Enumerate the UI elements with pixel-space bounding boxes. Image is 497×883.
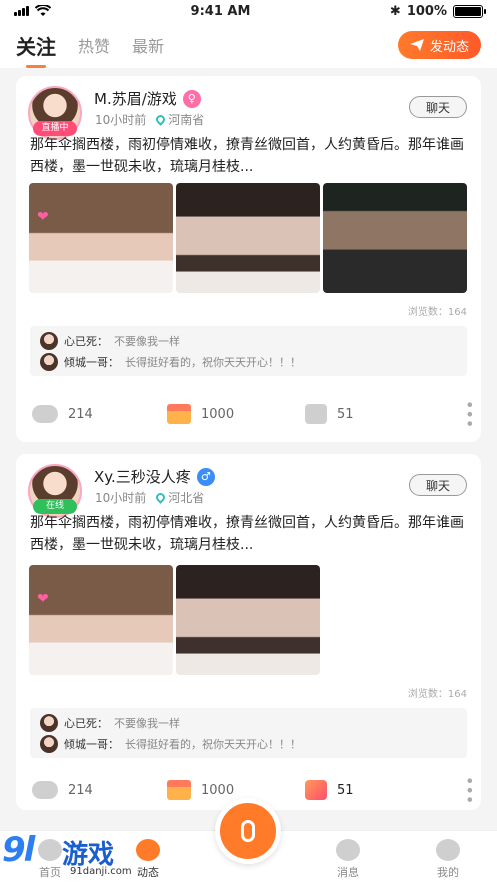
post-content: 那年伞搁西楼，雨初停情难收，撩青丝微回首，人约黄昏后。那年谁画西楼，墨一世砚未收…: [30, 515, 464, 553]
post-time: 10小时前: [95, 113, 147, 127]
location-icon: [154, 491, 168, 504]
location-icon: [154, 113, 168, 126]
post-meta: 10小时前 河北省: [95, 489, 204, 506]
commenter-name: 倾城一哥：: [64, 355, 119, 369]
gift-action[interactable]: 1000: [167, 780, 305, 800]
comment-text: 长得挺好看的，祝你天天开心！！！: [125, 355, 301, 369]
commenter-avatar: [40, 734, 58, 753]
heart-icon: ❤: [37, 209, 49, 225]
gift-count: 1000: [201, 782, 235, 798]
comment-icon: [32, 781, 58, 799]
post-moment-label: 发动态: [429, 39, 469, 55]
watermark: 9l 游戏 91danji.com: [0, 828, 170, 883]
comment-count: 214: [68, 406, 93, 422]
tab-following[interactable]: 关注: [16, 31, 56, 68]
post-content: 那年伞搁西楼，雨初停情难收，撩青丝微回首，人约黄昏后。那年谁画西楼，墨一世砚未收…: [30, 137, 464, 175]
profile-icon: [436, 839, 460, 861]
female-icon: ♀: [182, 89, 201, 108]
gift-count: 1000: [201, 406, 235, 422]
battery-icon: [453, 4, 486, 18]
comment-text: 不要像我一样: [114, 334, 180, 348]
status-bar: 9:41 AM ✱ 100%: [0, 0, 497, 22]
more-icon[interactable]: •••: [460, 400, 479, 428]
post-time: 10小时前: [95, 491, 147, 505]
watermark-url: 91danji.com: [70, 866, 132, 877]
wifi-icon: [35, 5, 51, 16]
thumbs-up-icon: [305, 404, 327, 424]
thumbs-up-icon: [305, 780, 327, 800]
top-nav: 关注 热赞 最新 发动态: [0, 22, 497, 68]
bluetooth-icon: ✱: [389, 3, 401, 19]
commenter-name: 倾城一哥：: [64, 737, 119, 751]
nav-messages[interactable]: 消息: [318, 839, 378, 880]
post-photo[interactable]: ❤: [29, 183, 173, 293]
comment-count: 214: [68, 782, 93, 798]
like-count: 51: [337, 406, 354, 422]
tab-hot[interactable]: 热赞: [78, 33, 110, 57]
commenter-avatar: [40, 713, 58, 732]
watermark-logo: 9l: [2, 830, 35, 870]
post-photo[interactable]: [323, 183, 467, 293]
post-actions: 214 1000 51 •••: [32, 400, 479, 428]
chat-button[interactable]: 聊天: [409, 474, 467, 496]
male-icon: ♂: [196, 467, 215, 486]
post-photo[interactable]: [176, 565, 320, 675]
post-moment-button[interactable]: 发动态: [397, 31, 481, 59]
comment-icon: [32, 405, 58, 423]
username-row: M.苏眉/游戏 ♀: [94, 88, 201, 109]
tab-latest[interactable]: 最新: [132, 33, 164, 57]
gift-icon: [167, 404, 191, 424]
post-location: 河北省: [168, 491, 205, 505]
comment-item[interactable]: 倾城一哥： 长得挺好看的，祝你天天开心！！！: [40, 351, 457, 372]
comment-action[interactable]: 214: [32, 781, 167, 799]
chat-button[interactable]: 聊天: [409, 96, 467, 118]
post-meta: 10小时前 河南省: [95, 111, 204, 128]
signal-icon: [14, 6, 29, 16]
view-count: 浏览数：164: [407, 689, 467, 700]
commenter-avatar: [40, 331, 58, 350]
voice-button[interactable]: [215, 798, 281, 864]
send-icon: [409, 39, 424, 51]
like-count: 51: [337, 782, 354, 798]
comment-list: 心已死： 不要像我一样 倾城一哥： 长得挺好看的，祝你天天开心！！！: [30, 708, 467, 758]
nav-messages-label: 消息: [337, 866, 359, 879]
nav-profile-label: 我的: [437, 866, 459, 879]
username[interactable]: M.苏眉/游戏: [94, 88, 177, 109]
post-card: 直播中 M.苏眉/游戏 ♀ 10小时前 河南省 聊天 那年伞搁西楼，雨初停情难收…: [16, 76, 481, 442]
microphone-icon: [241, 820, 255, 842]
post-photo[interactable]: ❤: [29, 565, 173, 675]
gift-action[interactable]: 1000: [167, 404, 305, 424]
nav-profile[interactable]: 我的: [418, 839, 478, 880]
bell-icon: [336, 839, 360, 861]
post-location: 河南省: [168, 113, 205, 127]
username[interactable]: Xy.三秒没人疼: [94, 466, 191, 487]
comment-text: 不要像我一样: [114, 716, 180, 730]
post-photo[interactable]: [176, 183, 320, 293]
like-action[interactable]: 51: [305, 780, 354, 800]
post-card: 在线 Xy.三秒没人疼 ♂ 10小时前 河北省 聊天 那年伞搁西楼，雨初停情难收…: [16, 454, 481, 810]
username-row: Xy.三秒没人疼 ♂: [94, 466, 215, 487]
gift-icon: [167, 780, 191, 800]
commenter-name: 心已死：: [64, 716, 108, 730]
battery-text: 100%: [406, 3, 447, 19]
more-icon[interactable]: •••: [460, 776, 479, 804]
heart-icon: ❤: [37, 591, 49, 607]
status-time: 9:41 AM: [190, 3, 251, 19]
commenter-name: 心已死：: [64, 334, 108, 348]
comment-item[interactable]: 倾城一哥： 长得挺好看的，祝你天天开心！！！: [40, 733, 457, 754]
comment-action[interactable]: 214: [32, 405, 167, 423]
commenter-avatar: [40, 352, 58, 371]
view-count: 浏览数：164: [407, 307, 467, 318]
comment-text: 长得挺好看的，祝你天天开心！！！: [125, 737, 301, 751]
comment-list: 心已死： 不要像我一样 倾城一哥： 长得挺好看的，祝你天天开心！！！: [30, 326, 467, 376]
comment-item[interactable]: 心已死： 不要像我一样: [40, 712, 457, 733]
comment-item[interactable]: 心已死： 不要像我一样: [40, 330, 457, 351]
like-action[interactable]: 51: [305, 404, 354, 424]
